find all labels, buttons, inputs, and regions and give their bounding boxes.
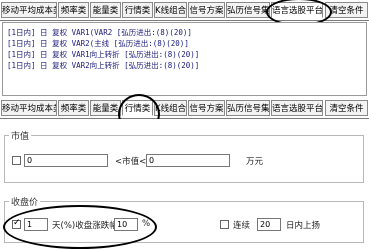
tab-language-stock-platform[interactable]: 语言选股平台 <box>271 100 323 116</box>
tab-energy[interactable]: 能量类 <box>90 100 121 116</box>
tab-hongli-signals[interactable]: 弘历信号集 <box>226 100 270 116</box>
list-item[interactable]: [1日内] 日 复权 VAR2向上转折 [弘历进出:(8)(20)] <box>7 60 199 71</box>
market-value-to-input[interactable]: 0 <box>146 154 230 167</box>
market-value-from-input[interactable]: 0 <box>24 154 108 167</box>
tab-hongli-signals[interactable]: 弘历信号集 <box>226 2 270 18</box>
quotes-panel: 市值 0 <市值< 0 万元 收盘价 1 天(%)收盘涨跌幅度( 10 % 连续… <box>0 119 369 246</box>
tab-quotes[interactable]: 行情类 <box>122 2 153 18</box>
market-value-unit: 万元 <box>246 157 264 167</box>
list-item[interactable]: [1日内] 日 复权 VAR2(主线 [弘历进出:(8)(20)] <box>7 38 189 49</box>
close-price-title: 收盘价 <box>9 195 41 208</box>
close-price-checkbox[interactable] <box>12 218 21 229</box>
top-tab-bar: 移动平均成本类 频率类 能量类 行情类 K线组合 信号方案 弘历信号集 语言选股… <box>0 0 369 21</box>
tab-frequency[interactable]: 频率类 <box>58 100 89 116</box>
list-item[interactable]: [1日内] 日 复权 VAR1(VAR2 [弘历进出:(8)(20)] <box>7 27 192 38</box>
tab-clear-conditions[interactable]: 清空条件 <box>325 100 368 116</box>
tab-kline-combo[interactable]: K线组合 <box>154 2 187 18</box>
tab-language-stock-platform[interactable]: 语言选股平台 <box>271 2 323 18</box>
tab-signal-scheme[interactable]: 信号方案 <box>188 2 225 18</box>
tab-frequency[interactable]: 频率类 <box>58 2 89 18</box>
days-input[interactable]: 1 <box>24 218 48 231</box>
tab-moving-average-cost[interactable]: 移动平均成本类 <box>1 100 57 116</box>
trend-label: 日内上扬 <box>286 221 321 231</box>
pct-change-input[interactable]: 10 <box>114 218 138 231</box>
tab-kline-combo[interactable]: K线组合 <box>154 100 187 116</box>
mid-tab-bar: 移动平均成本类 频率类 能量类 行情类 K线组合 信号方案 弘历信号集 语言选股… <box>0 98 369 119</box>
market-value-checkbox[interactable] <box>12 156 21 165</box>
condition-list[interactable]: [1日内] 日 复权 VAR1(VAR2 [弘历进出:(8)(20)] [1日内… <box>2 22 367 96</box>
list-item[interactable]: [1日内] 日 复权 VAR1向上转折 [弘历进出:(8)(20)] <box>7 49 199 60</box>
consecutive-label: 连续 <box>233 221 251 231</box>
pct-unit-label: % <box>142 219 151 229</box>
tab-moving-average-cost[interactable]: 移动平均成本类 <box>1 2 57 18</box>
market-value-range-label: <市值< <box>115 157 147 167</box>
consecutive-checkbox[interactable] <box>220 220 229 229</box>
tab-energy[interactable]: 能量类 <box>90 2 121 18</box>
market-value-title: 市值 <box>9 129 32 142</box>
tab-quotes[interactable]: 行情类 <box>122 100 153 116</box>
tab-clear-conditions[interactable]: 清空条件 <box>325 2 368 18</box>
tab-signal-scheme[interactable]: 信号方案 <box>188 100 225 116</box>
consecutive-days-input[interactable]: 20 <box>257 218 281 231</box>
